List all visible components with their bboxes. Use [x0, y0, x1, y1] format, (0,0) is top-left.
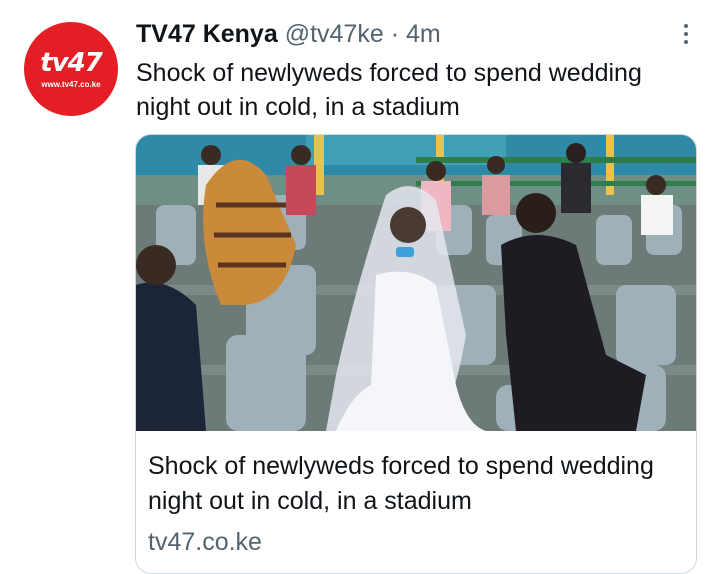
card-domain: tv47.co.ke	[148, 528, 262, 556]
separator-dot: ·	[390, 20, 400, 48]
card-title: Shock of newlyweds forced to spend weddi…	[148, 452, 654, 515]
tweet-header: TV47 Kenya @tv47ke · 4m	[136, 18, 441, 50]
avatar[interactable]: tv47 www.tv47.co.ke	[24, 22, 118, 116]
card-image[interactable]	[136, 135, 696, 431]
tweet-text: Shock of newlyweds forced to spend weddi…	[136, 59, 642, 121]
more-dot	[684, 32, 688, 36]
timestamp[interactable]: 4m	[406, 20, 441, 48]
author-name[interactable]: TV47 Kenya	[136, 20, 278, 48]
more-vertical-icon[interactable]	[676, 20, 696, 48]
avatar-logo: tv47	[40, 47, 103, 78]
author-handle[interactable]: @tv47ke	[285, 20, 384, 48]
avatar-url-text: www.tv47.co.ke	[41, 79, 101, 89]
more-dot	[684, 24, 688, 28]
wedding-photo	[136, 135, 696, 431]
more-dot	[684, 40, 688, 44]
link-card[interactable]: Shock of newlyweds forced to spend weddi…	[135, 134, 697, 574]
